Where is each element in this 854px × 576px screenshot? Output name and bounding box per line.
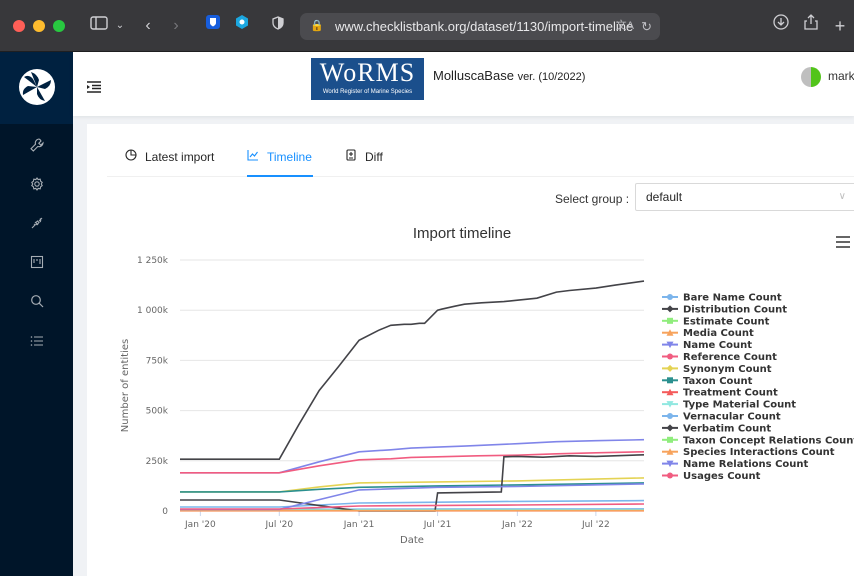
x-tick-label: Jan '22: [501, 520, 533, 530]
wrench-icon: [29, 138, 44, 155]
privacy-shield-icon[interactable]: [270, 14, 286, 38]
sidebar-item-api[interactable]: [0, 205, 73, 245]
group-select-value: default: [646, 190, 683, 204]
x-tick-label: Jul '21: [423, 520, 452, 530]
series-line: [180, 280, 645, 460]
legend-label: Taxon Count: [683, 376, 753, 387]
x-tick-label: Jul '20: [264, 520, 293, 530]
import-timeline-chart: Import timeline 0 250k 500k 750k 1 000k 1 250k…: [87, 216, 854, 576]
x-tick-label: Jan '20: [184, 520, 216, 530]
download-icon[interactable]: [772, 14, 790, 38]
y-tick-label: 500k: [146, 407, 169, 417]
back-icon[interactable]: ‹: [140, 14, 156, 38]
translate-icon[interactable]: 文A: [616, 13, 634, 40]
lock-icon: 🔒: [310, 20, 324, 32]
line-chart-icon: [247, 149, 259, 164]
legend-label: Verbatim Count: [683, 423, 771, 434]
sidebar: [0, 52, 73, 576]
legend-marker: [666, 424, 674, 432]
x-axis-label: Date: [400, 535, 424, 546]
plug-icon: [30, 217, 44, 233]
tab-diff[interactable]: Diff: [345, 149, 383, 177]
legend-label: Estimate Count: [683, 316, 770, 327]
content-card: Latest import Timeline Diff Select group…: [87, 124, 854, 576]
app-header: WoRMS World Register of Marine Species M…: [73, 52, 854, 116]
legend-label: Usages Count: [683, 471, 761, 482]
x-tick-label: Jan '21: [343, 520, 375, 530]
chevron-down-icon[interactable]: ⌄: [114, 14, 126, 38]
sidebar-toggle-icon[interactable]: [86, 14, 112, 38]
legend-marker: [667, 377, 673, 384]
dataset-name: MolluscaBase: [433, 68, 514, 83]
legend-label: Reference Count: [683, 352, 777, 363]
zoom-window-button[interactable]: [53, 20, 65, 32]
search-icon: [30, 295, 44, 311]
legend-label: Treatment Count: [683, 388, 778, 399]
legend-label: Name Relations Count: [683, 459, 809, 470]
y-axis-label: Number of entities: [120, 339, 131, 432]
share-icon[interactable]: [802, 14, 820, 38]
worms-logo[interactable]: WoRMS World Register of Marine Species: [311, 58, 424, 100]
legend-label: Media Count: [683, 328, 754, 339]
tab-bar: Latest import Timeline Diff: [107, 144, 854, 177]
new-tab-icon[interactable]: +: [832, 14, 848, 38]
dataset-title: MolluscaBase ver. (10/2022): [433, 68, 585, 83]
group-label: Select group :: [555, 192, 630, 206]
x-tick-label: Jul '22: [581, 520, 610, 530]
y-tick-label: 1 250k: [137, 256, 169, 266]
tab-latest-import[interactable]: Latest import: [125, 149, 214, 177]
user-name[interactable]: mark: [828, 69, 854, 83]
sidebar-item-settings[interactable]: [0, 166, 73, 206]
chart-menu-icon[interactable]: [836, 236, 850, 248]
legend-label: Synonym Count: [683, 364, 772, 375]
legend-label: Vernacular Count: [683, 412, 781, 423]
legend-label: Bare Name Count: [683, 293, 782, 304]
dataset-version: ver. (10/2022): [517, 71, 586, 83]
address-bar[interactable]: 🔒 www.checklistbank.org/dataset/1130/imp…: [300, 13, 660, 40]
y-tick-label: 750k: [146, 356, 169, 366]
reload-icon[interactable]: ↻: [641, 13, 652, 40]
y-tick-label: 1 000k: [137, 306, 169, 316]
legend-marker: [667, 294, 673, 300]
diff-icon: [345, 149, 357, 164]
legend-marker: [667, 353, 673, 360]
chevron-down-icon: ∨: [838, 191, 846, 202]
url-text: www.checklistbank.org/dataset/1130/impor…: [335, 19, 634, 34]
chart-title: Import timeline: [413, 225, 511, 242]
legend-marker: [667, 472, 673, 479]
forward-icon[interactable]: ›: [168, 14, 184, 38]
sidebar-item-search[interactable]: [0, 283, 73, 323]
legend-marker: [666, 305, 674, 313]
tab-timeline[interactable]: Timeline: [247, 149, 313, 177]
sidebar-item-projects[interactable]: [0, 244, 73, 284]
legend-label: Name Count: [683, 340, 752, 351]
minimize-window-button[interactable]: [33, 20, 45, 32]
group-select[interactable]: default ∨: [635, 183, 854, 211]
bitwarden-extension-icon[interactable]: [204, 14, 222, 38]
legend-label: Distribution Count: [683, 304, 787, 315]
legend-label: Species Interactions Count: [683, 447, 835, 458]
settings-icon: [30, 177, 44, 194]
sidebar-item-list[interactable]: [0, 322, 73, 362]
checklistbank-logo[interactable]: [0, 52, 73, 124]
legend-label: Type Material Count: [683, 400, 796, 411]
menu-fold-icon[interactable]: [87, 80, 101, 93]
list-icon: [30, 334, 44, 350]
avatar[interactable]: [801, 67, 821, 87]
browser-toolbar: ⌄ ‹ › 🔒 www.checklistbank.org/dataset/11…: [0, 0, 854, 52]
y-tick-label: 250k: [146, 457, 169, 467]
close-window-button[interactable]: [13, 20, 25, 32]
y-tick-label: 0: [162, 507, 168, 517]
legend-label: Taxon Concept Relations Count: [683, 435, 854, 446]
sidebar-item-tools[interactable]: [0, 127, 73, 167]
project-icon: [30, 255, 44, 272]
legend-marker: [667, 413, 673, 419]
legend-marker: [666, 364, 674, 372]
series-line: [180, 451, 645, 474]
pie-chart-icon: [125, 149, 137, 164]
extension-icon[interactable]: [233, 14, 251, 38]
chart-svg: Import timeline 0 250k 500k 750k 1 000k 1 250k…: [120, 225, 854, 546]
legend-marker: [667, 317, 673, 324]
legend-marker: [667, 436, 673, 443]
